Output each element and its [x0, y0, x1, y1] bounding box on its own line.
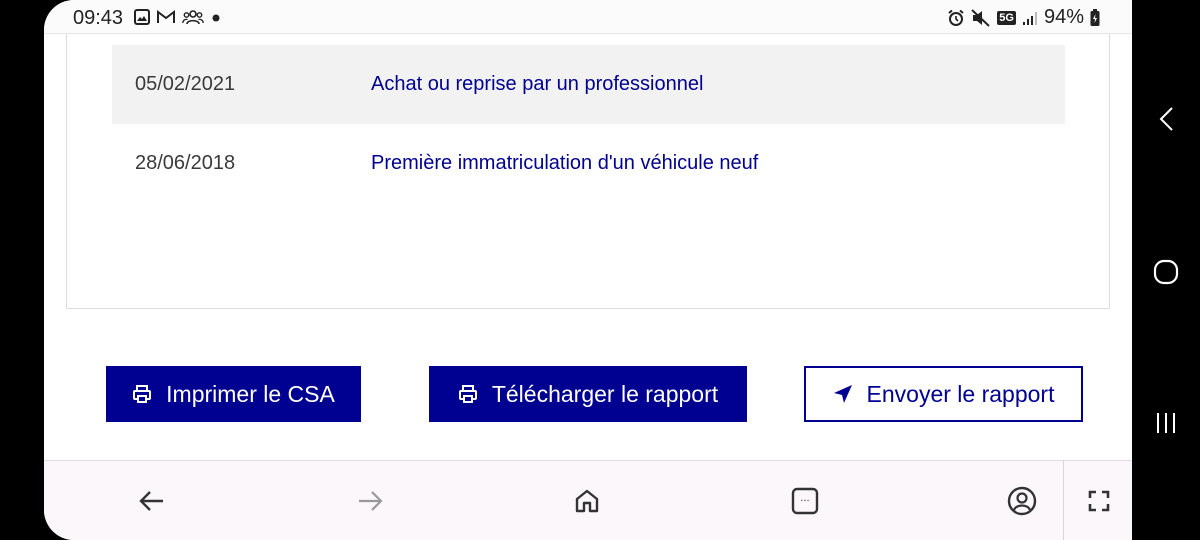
- back-button[interactable]: [134, 483, 170, 519]
- chevron-left-icon: [1159, 107, 1173, 131]
- home-circle-icon: [1153, 259, 1179, 285]
- recents-icon: [1157, 413, 1175, 433]
- system-recents-button[interactable]: [1150, 407, 1182, 439]
- alarm-icon: [948, 9, 964, 26]
- gmail-icon: [157, 10, 175, 23]
- send-report-label: Envoyer le rapport: [866, 380, 1055, 407]
- group-icon: [182, 10, 204, 25]
- tab-count: ...: [800, 492, 810, 504]
- printer-icon: [458, 385, 477, 403]
- history-date: 28/06/2018: [135, 152, 236, 174]
- history-event: Première immatriculation d'un véhicule n…: [371, 152, 759, 174]
- system-back-button[interactable]: [1150, 103, 1182, 135]
- forward-arrow-icon: [359, 491, 383, 511]
- system-icons: 5G 94%: [947, 6, 1100, 29]
- browser-bottom-bar: ...: [44, 460, 1132, 540]
- tabs-button[interactable]: ...: [787, 483, 823, 519]
- fullscreen-icon: [1088, 490, 1110, 512]
- home-button[interactable]: [569, 483, 605, 519]
- dot-icon: [212, 14, 220, 22]
- download-report-label: Télécharger le rapport: [491, 380, 719, 407]
- 5g-icon: 5G: [997, 10, 1016, 25]
- status-time: 09:43: [73, 7, 124, 29]
- back-arrow-icon: [139, 491, 163, 511]
- fullscreen-button[interactable]: [1081, 483, 1117, 519]
- system-home-button[interactable]: [1150, 256, 1182, 288]
- status-bar: 09:43 5G 94%: [44, 0, 1132, 34]
- download-report-button[interactable]: Télécharger le rapport: [429, 366, 747, 422]
- table-row: 05/02/2021 Achat ou reprise par un profe…: [112, 45, 1065, 124]
- home-icon: [575, 489, 599, 513]
- mute-icon: [971, 8, 990, 27]
- print-csa-button[interactable]: Imprimer le CSA: [106, 366, 361, 422]
- table-row: 28/06/2018 Première immatriculation d'un…: [112, 124, 1065, 203]
- print-csa-label: Imprimer le CSA: [166, 380, 335, 407]
- notification-icons: [134, 9, 222, 25]
- phone-screen: 09:43 5G 94% 05/02/2021 Achat ou reprise…: [44, 0, 1132, 540]
- battery-icon: [1090, 8, 1100, 26]
- gallery-icon: [134, 9, 150, 25]
- send-arrow-icon: [833, 385, 852, 403]
- account-button[interactable]: [1004, 483, 1040, 519]
- battery-percent: 94%: [1043, 6, 1084, 28]
- send-report-button[interactable]: Envoyer le rapport: [804, 366, 1083, 422]
- history-date: 05/02/2021: [135, 73, 236, 95]
- history-event: Achat ou reprise par un professionnel: [371, 73, 704, 95]
- android-nav-bar: [1132, 0, 1200, 540]
- bar-divider: [1063, 461, 1064, 540]
- signal-icon: [1022, 11, 1037, 25]
- printer-icon: [133, 385, 152, 403]
- forward-button[interactable]: [352, 483, 388, 519]
- history-table: 05/02/2021 Achat ou reprise par un profe…: [66, 34, 1110, 309]
- account-icon: [1007, 486, 1037, 516]
